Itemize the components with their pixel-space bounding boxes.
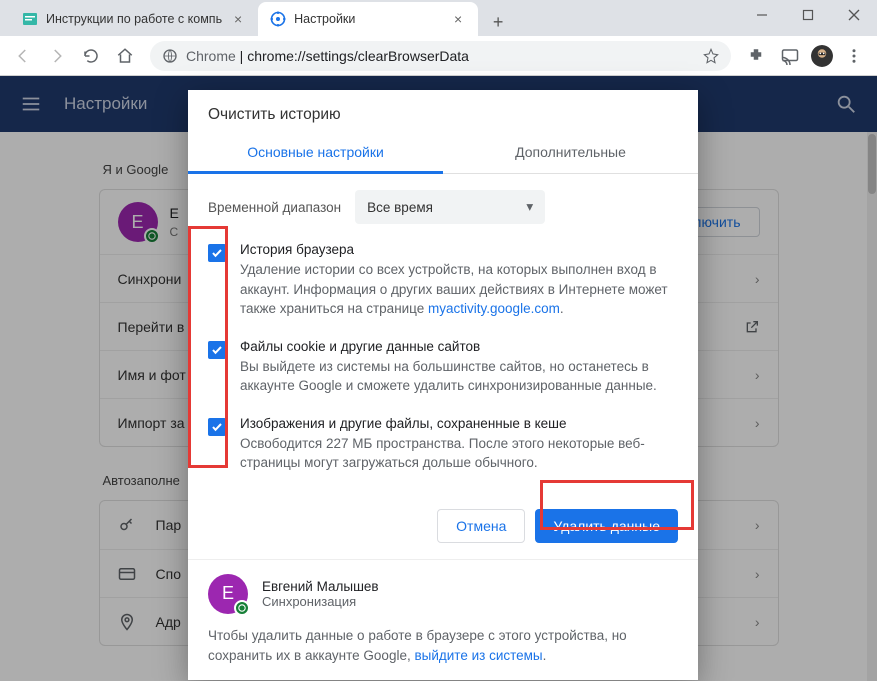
tab-title: Инструкции по работе с компь bbox=[46, 12, 222, 26]
new-tab-button[interactable]: + bbox=[484, 8, 512, 36]
reload-button[interactable] bbox=[76, 41, 106, 71]
avatar: Е bbox=[208, 574, 248, 614]
menu-button[interactable] bbox=[839, 41, 869, 71]
star-icon[interactable] bbox=[703, 48, 719, 64]
signout-link[interactable]: выйдите из системы bbox=[414, 648, 542, 663]
checkbox-cache[interactable] bbox=[208, 418, 226, 436]
cast-button[interactable] bbox=[775, 41, 805, 71]
home-button[interactable] bbox=[110, 41, 140, 71]
footer-note: Чтобы удалить данные о работе в браузере… bbox=[208, 626, 678, 667]
checkbox-desc: Освободится 227 МБ пространства. После э… bbox=[240, 434, 678, 473]
profile-avatar[interactable] bbox=[809, 43, 835, 69]
close-tab-icon[interactable]: × bbox=[230, 11, 246, 27]
chevron-down-icon: ▾ bbox=[526, 199, 533, 215]
time-range-select[interactable]: Все время ▾ bbox=[355, 190, 545, 224]
minimize-button[interactable] bbox=[739, 0, 785, 30]
settings-favicon-icon bbox=[270, 11, 286, 27]
time-range-value: Все время bbox=[367, 200, 433, 215]
checkbox-history[interactable] bbox=[208, 244, 226, 262]
time-range-label: Временной диапазон bbox=[208, 200, 341, 215]
checkbox-desc: Вы выйдете из системы на большинстве сай… bbox=[240, 357, 678, 396]
maximize-button[interactable] bbox=[785, 0, 831, 30]
forward-button[interactable] bbox=[42, 41, 72, 71]
cancel-button[interactable]: Отмена bbox=[437, 509, 525, 543]
checkbox-row: Изображения и другие файлы, сохраненные … bbox=[208, 416, 678, 473]
tab-advanced[interactable]: Дополнительные bbox=[443, 132, 698, 173]
checkbox-row: История браузера Удаление истории со все… bbox=[208, 242, 678, 319]
close-window-button[interactable] bbox=[831, 0, 877, 30]
checkbox-title: Файлы cookie и другие данные сайтов bbox=[240, 339, 678, 354]
dialog-title: Очистить историю bbox=[188, 90, 698, 132]
clear-data-button[interactable]: Удалить данные bbox=[535, 509, 678, 543]
extensions-button[interactable] bbox=[741, 41, 771, 71]
browser-tab[interactable]: Инструкции по работе с компь × bbox=[10, 2, 258, 36]
browser-tab[interactable]: Настройки × bbox=[258, 2, 478, 36]
back-button[interactable] bbox=[8, 41, 38, 71]
user-name: Евгений Малышев bbox=[262, 579, 379, 594]
checkbox-desc: Удаление истории со всех устройств, на к… bbox=[240, 260, 678, 319]
checkbox-row: Файлы cookie и другие данные сайтов Вы в… bbox=[208, 339, 678, 396]
site-info-icon[interactable] bbox=[162, 48, 178, 64]
checkbox-cookies[interactable] bbox=[208, 341, 226, 359]
browser-toolbar: Chrome | chrome://settings/clearBrowserD… bbox=[0, 36, 877, 76]
sync-badge-icon bbox=[234, 600, 250, 616]
url-text: Chrome | chrome://settings/clearBrowserD… bbox=[186, 48, 695, 64]
address-bar[interactable]: Chrome | chrome://settings/clearBrowserD… bbox=[150, 41, 731, 71]
user-sync-status: Синхронизация bbox=[262, 594, 379, 609]
tab-title: Настройки bbox=[294, 12, 442, 26]
favicon-icon bbox=[22, 11, 38, 27]
checkbox-title: Изображения и другие файлы, сохраненные … bbox=[240, 416, 678, 431]
clear-browsing-data-dialog: Очистить историю Основные настройки Допо… bbox=[188, 90, 698, 680]
myactivity-link[interactable]: myactivity.google.com bbox=[428, 301, 560, 316]
checkbox-title: История браузера bbox=[240, 242, 678, 257]
close-tab-icon[interactable]: × bbox=[450, 11, 466, 27]
tab-basic[interactable]: Основные настройки bbox=[188, 132, 443, 173]
